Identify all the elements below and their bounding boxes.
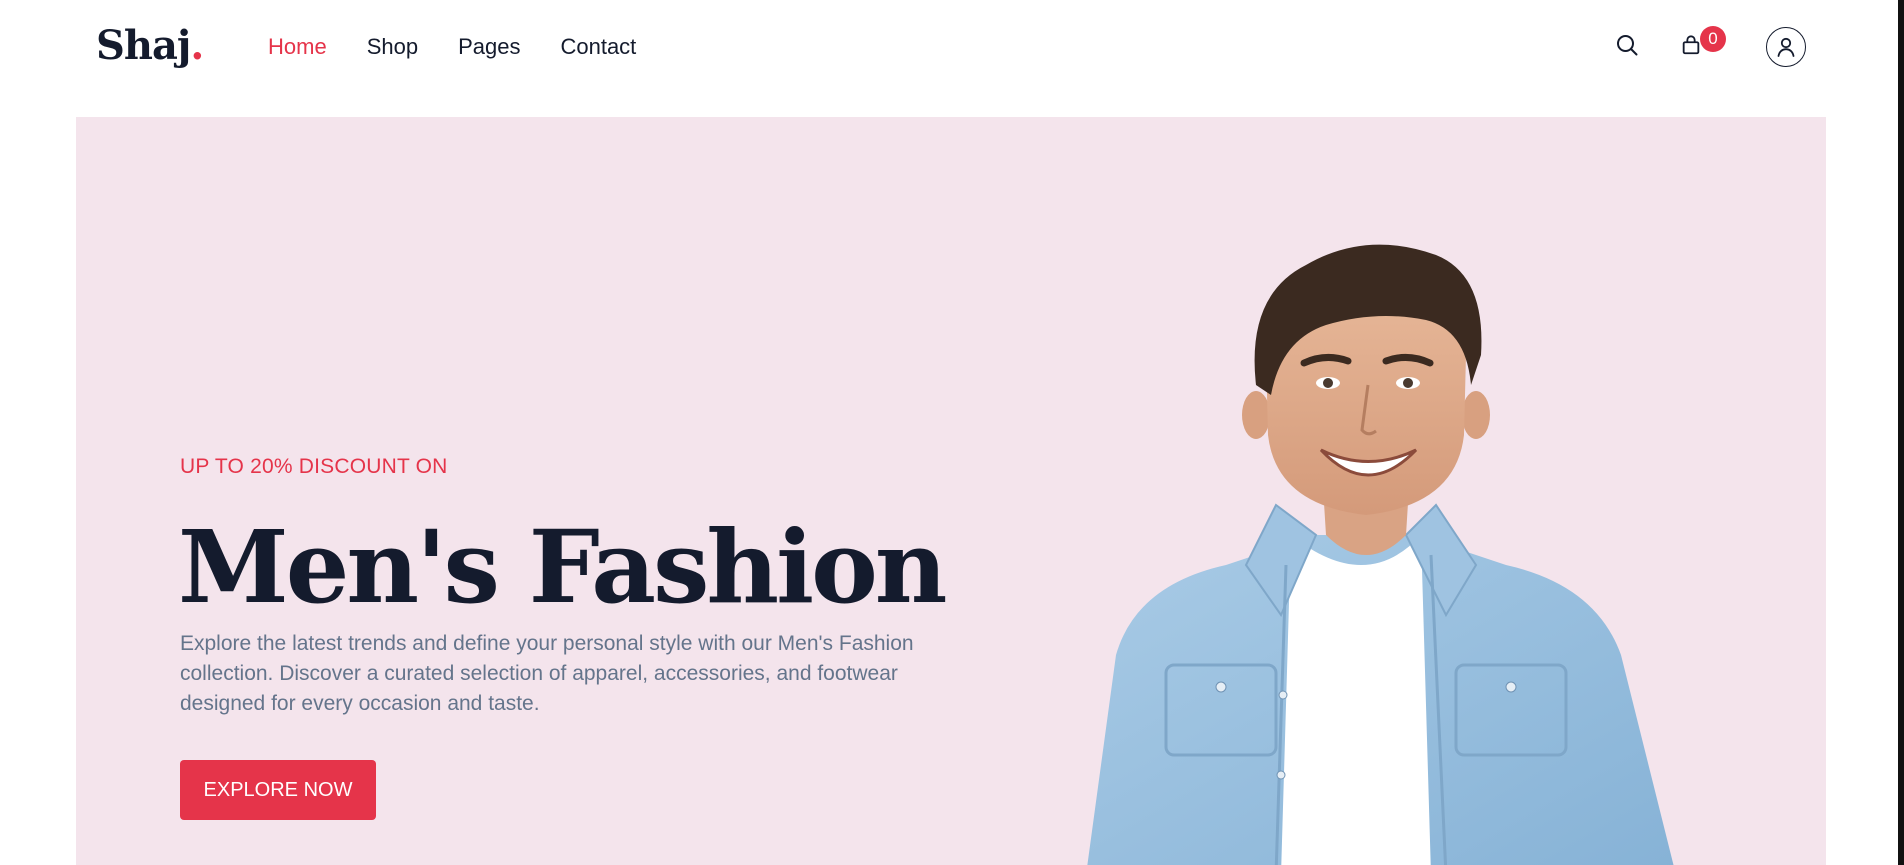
window-edge: [1898, 0, 1904, 865]
search-icon: [1617, 35, 1638, 56]
brand-name: Shaj: [96, 22, 191, 69]
explore-now-button[interactable]: EXPLORE NOW: [180, 760, 376, 820]
search-button[interactable]: [1612, 30, 1642, 60]
shopping-bag-icon: [1682, 35, 1700, 55]
brand-logo[interactable]: Shaj.: [96, 22, 204, 70]
nav-shop[interactable]: Shop: [367, 30, 418, 64]
nav-pages[interactable]: Pages: [458, 30, 520, 64]
brand-dot: .: [190, 22, 204, 69]
hero-description: Explore the latest trends and define you…: [180, 632, 914, 715]
cart-count-badge: 0: [1700, 26, 1726, 52]
nav-home[interactable]: Home: [268, 30, 327, 64]
hero-eyebrow: UP TO 20% DISCOUNT ON: [180, 455, 448, 478]
user-icon: [1777, 37, 1795, 57]
hero-title: Men's Fashion: [178, 508, 947, 626]
main-nav: Home Shop Pages Contact: [268, 30, 636, 64]
page: Shaj. Home Shop Pages Contact 0 UP TO 20…: [0, 0, 1904, 865]
site-header: Shaj. Home Shop Pages Contact 0: [0, 0, 1904, 94]
hero-model-image: [1087, 244, 1674, 865]
hero-banner: UP TO 20% DISCOUNT ON Men's Fashion Expl…: [76, 117, 1826, 865]
account-button[interactable]: [1766, 27, 1806, 67]
nav-contact[interactable]: Contact: [560, 30, 636, 64]
